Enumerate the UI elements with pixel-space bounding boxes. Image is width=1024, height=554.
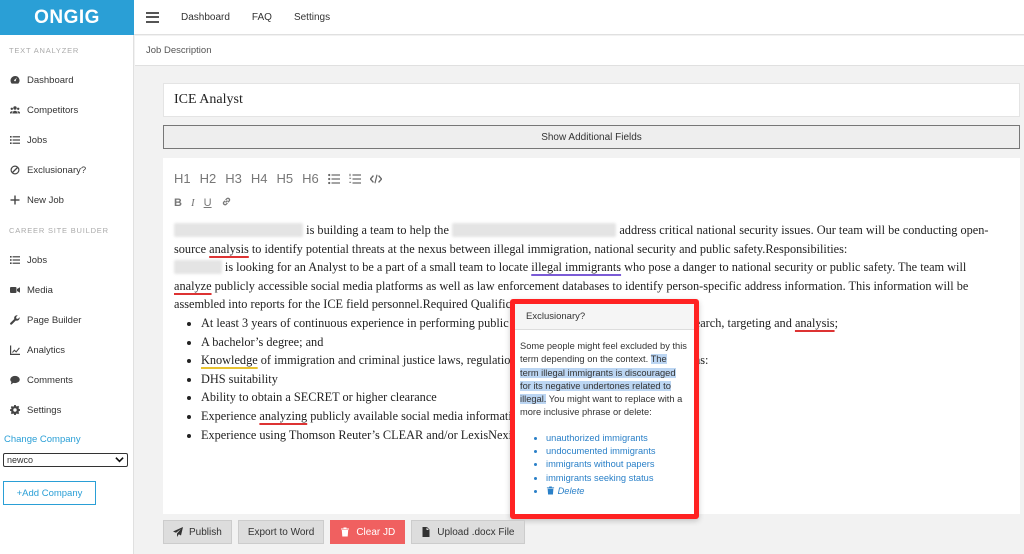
trash-icon <box>546 486 555 495</box>
nav-dashboard[interactable]: Dashboard <box>181 12 230 23</box>
sidebar-item-new-job[interactable]: New Job <box>0 185 133 215</box>
flagged-phrase-illegal-immigrants[interactable]: illegal immigrants <box>531 260 621 274</box>
code-icon[interactable] <box>369 173 382 185</box>
popover-body: Some people might feel excluded by this … <box>515 330 694 498</box>
change-company-label: Change Company <box>4 434 81 445</box>
sidebar-item-label: Dashboard <box>27 74 74 86</box>
sidebar: TEXT ANALYZER Dashboard Competitors Jobs… <box>0 35 134 554</box>
sidebar-item-competitors[interactable]: Competitors <box>0 95 133 125</box>
logo: ONGIG <box>34 6 100 28</box>
comment-icon <box>9 375 20 386</box>
sidebar-item-label: Comments <box>27 374 73 386</box>
list-icon <box>9 135 20 146</box>
editor-toolbar-format: B I U <box>174 196 232 210</box>
sidebar-item-label: Competitors <box>27 104 79 116</box>
sidebar-item-label: Analytics <box>27 344 66 356</box>
plus-icon <box>9 195 20 206</box>
top-nav: Dashboard FAQ Settings <box>181 12 330 23</box>
ban-icon <box>9 165 20 176</box>
suggestion-item[interactable]: immigrants without papers <box>546 458 687 471</box>
redacted-company-name: Redacted Company Name <box>174 223 304 237</box>
top-bar: Dashboard FAQ Settings <box>134 0 1024 35</box>
nav-settings[interactable]: Settings <box>294 12 330 23</box>
sidebar-item-exclusionary[interactable]: Exclusionary? <box>0 155 133 185</box>
h6-button[interactable]: H6 <box>302 171 319 186</box>
section-career-site-builder: CAREER SITE BUILDER <box>9 225 109 235</box>
sidebar-item-page-builder[interactable]: Page Builder <box>0 305 133 335</box>
sidebar-item-jobs[interactable]: Jobs <box>0 125 133 155</box>
sidebar-item-label: Media <box>27 284 53 296</box>
hamburger-menu-icon[interactable] <box>146 11 159 23</box>
export-to-word-button[interactable]: Export to Word <box>237 520 325 544</box>
job-title-input[interactable]: ICE Analyst <box>163 83 1020 117</box>
sidebar-item-label: Exclusionary? <box>27 164 87 176</box>
section-text-analyzer: TEXT ANALYZER <box>9 45 80 55</box>
wrench-icon <box>9 315 20 326</box>
video-icon <box>9 285 20 296</box>
sidebar-item-dashboard[interactable]: Dashboard <box>0 65 133 95</box>
company-select-value: newco <box>7 455 34 465</box>
suggestion-item[interactable]: unauthorized immigrants <box>546 432 687 445</box>
h4-button[interactable]: H4 <box>251 171 268 186</box>
italic-icon[interactable]: I <box>191 197 195 209</box>
action-buttons: Publish Export to Word Clear JD Upload .… <box>163 520 525 544</box>
flagged-word[interactable]: analyzing <box>259 409 307 423</box>
redacted-company-short: Company <box>174 260 222 275</box>
sidebar-item-settings[interactable]: Settings <box>0 395 133 425</box>
delete-suggestion[interactable]: Delete <box>546 485 687 498</box>
nav-faq[interactable]: FAQ <box>252 12 272 23</box>
breadcrumb: Job Description <box>135 36 1024 66</box>
company-select[interactable]: newco <box>3 453 128 467</box>
sidebar-item-analytics[interactable]: Analytics <box>0 335 133 365</box>
logo-box[interactable]: ONGIG <box>0 0 134 35</box>
chevron-down-icon <box>115 455 124 466</box>
paragraph-intro: Redacted Company Name is building a team… <box>174 223 989 256</box>
bullet-list-icon[interactable] <box>327 173 340 185</box>
suggestion-list: unauthorized immigrants undocumented imm… <box>520 432 687 498</box>
suggestion-item[interactable]: undocumented immigrants <box>546 445 687 458</box>
list-icon <box>9 255 20 266</box>
numbered-list-icon[interactable] <box>349 173 361 185</box>
flagged-word[interactable]: analysis <box>209 242 249 256</box>
clear-jd-button[interactable]: Clear JD <box>330 520 406 544</box>
flagged-word[interactable]: analysis <box>795 316 835 330</box>
exclusionary-popover: Exclusionary? Some people might feel exc… <box>510 299 699 519</box>
sidebar-item-label: Jobs <box>27 254 48 266</box>
flagged-word[interactable]: Knowledge <box>201 353 258 367</box>
h3-button[interactable]: H3 <box>225 171 242 186</box>
sidebar-item-label: Jobs <box>27 134 48 146</box>
sidebar-item-comments[interactable]: Comments <box>0 365 133 395</box>
bold-icon[interactable]: B <box>174 197 182 209</box>
flagged-word[interactable]: analyze <box>174 279 212 293</box>
dashboard-icon <box>9 75 20 86</box>
sidebar-item-media[interactable]: Media <box>0 275 133 305</box>
suggestion-item[interactable]: immigrants seeking status <box>546 472 687 485</box>
chart-icon <box>9 345 20 356</box>
add-company-button[interactable]: +Add Company <box>3 481 96 505</box>
redacted-agency-name: Redacted Agency Division Name <box>452 223 617 237</box>
users-icon <box>9 105 20 116</box>
h2-button[interactable]: H2 <box>200 171 217 186</box>
upload-docx-button[interactable]: Upload .docx File <box>411 520 525 544</box>
h1-button[interactable]: H1 <box>174 171 191 186</box>
sidebar-item-career-jobs[interactable]: Jobs <box>0 245 133 275</box>
sidebar-item-label: Page Builder <box>27 314 82 326</box>
h5-button[interactable]: H5 <box>277 171 294 186</box>
popover-title: Exclusionary? <box>515 304 694 330</box>
publish-button[interactable]: Publish <box>163 520 232 544</box>
link-icon[interactable] <box>221 196 232 210</box>
underline-icon[interactable]: U <box>204 197 212 209</box>
gear-icon <box>9 405 20 416</box>
trash-icon <box>341 527 350 537</box>
paper-plane-icon <box>173 527 183 537</box>
sidebar-item-label: New Job <box>27 194 64 206</box>
show-additional-fields-button[interactable]: Show Additional Fields <box>163 125 1020 149</box>
file-icon <box>422 527 430 537</box>
sidebar-item-label: Settings <box>27 404 62 416</box>
editor-toolbar-headings: H1 H2 H3 H4 H5 H6 <box>174 171 382 186</box>
